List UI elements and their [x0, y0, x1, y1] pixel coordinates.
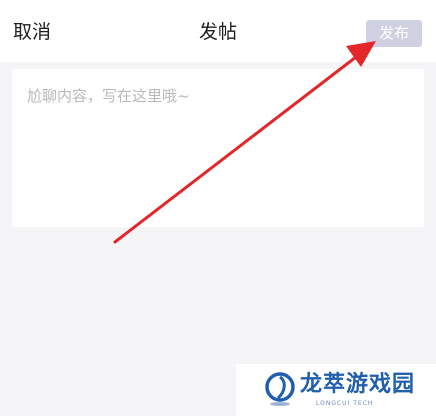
watermark-logo-icon	[265, 372, 295, 406]
watermark-subtitle: LONGCUI TECH	[316, 400, 374, 407]
compose-area	[12, 69, 424, 227]
publish-button[interactable]: 发布	[366, 20, 422, 47]
watermark-text: 龙萃游戏园	[300, 372, 416, 397]
top-bar: 取消 发帖 发布	[0, 0, 436, 62]
watermark: 龙萃游戏园 LONGCUI TECH	[236, 364, 436, 416]
post-content-input[interactable]	[12, 69, 424, 227]
